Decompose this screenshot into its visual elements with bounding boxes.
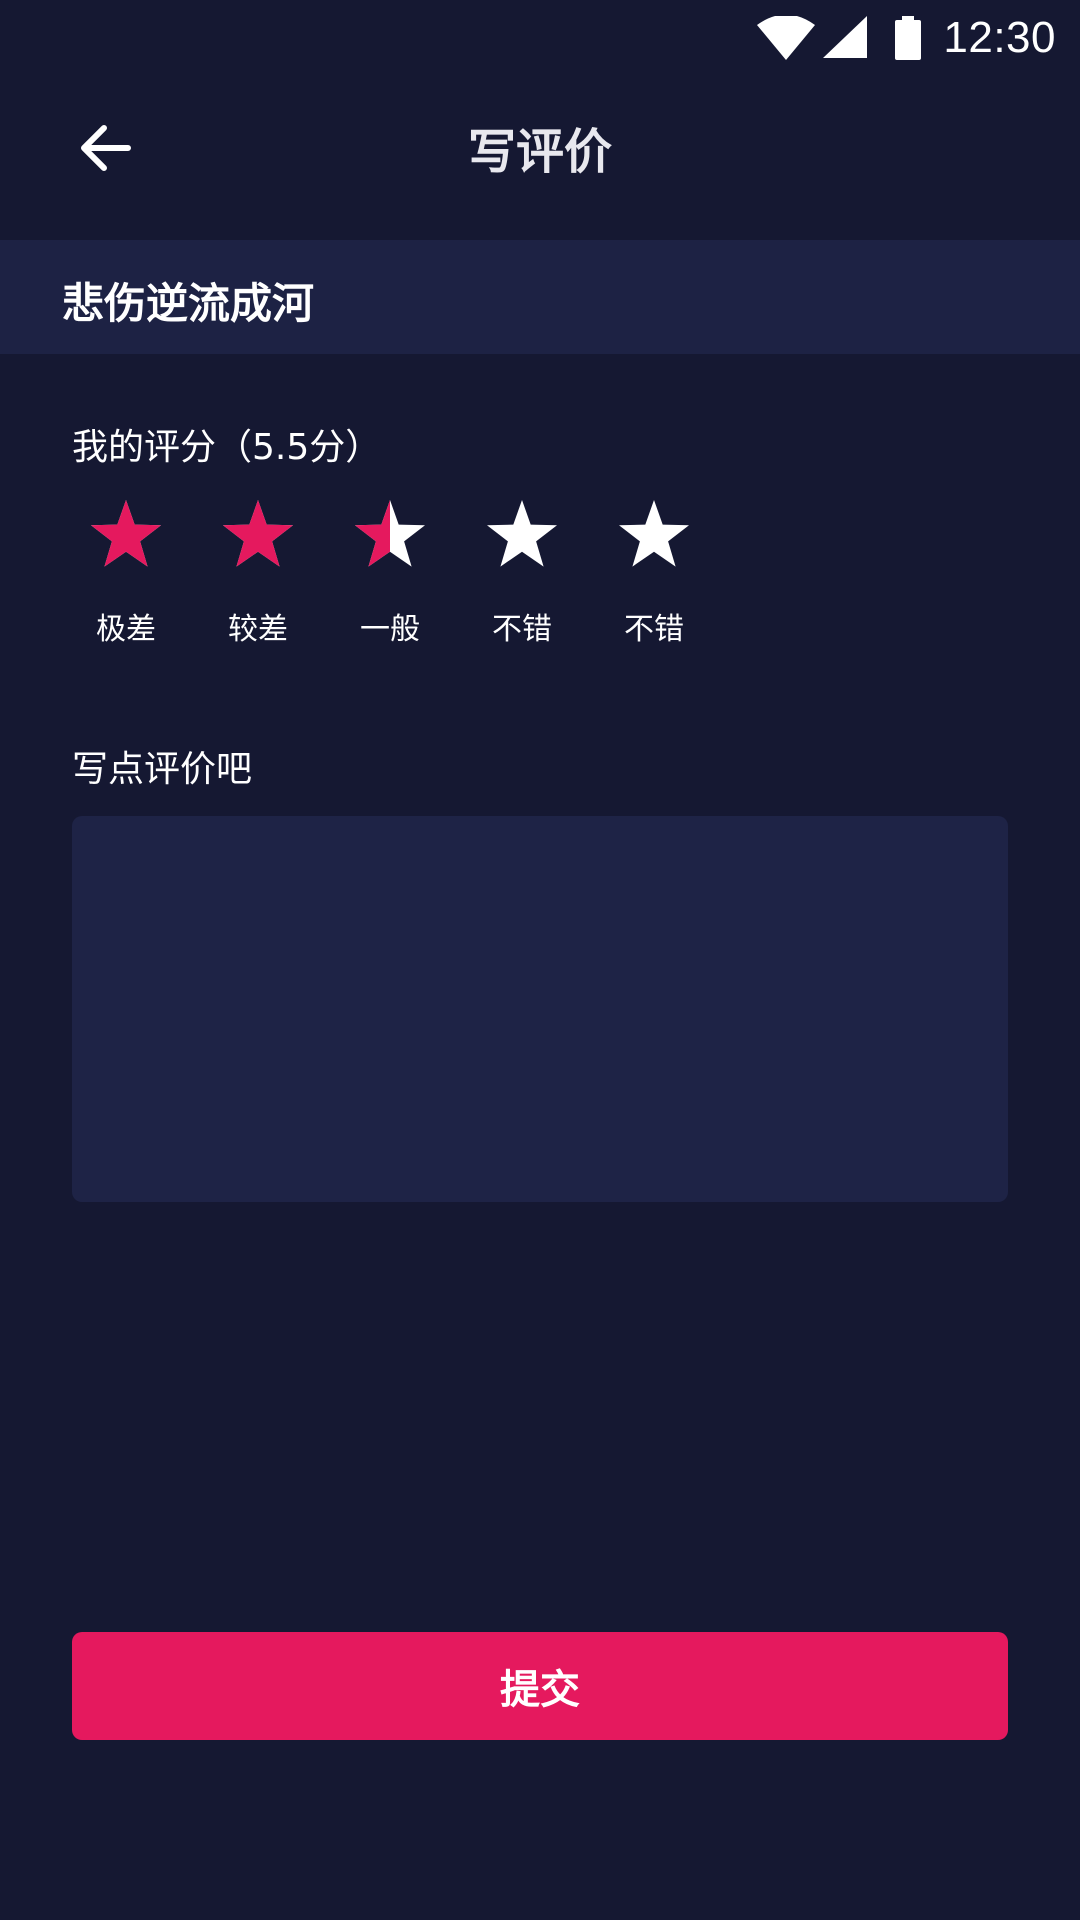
star-option[interactable]: 极差 <box>60 500 192 648</box>
page-title: 写评价 <box>467 124 612 180</box>
star-icon <box>223 500 293 567</box>
star-option[interactable]: 较差 <box>192 500 324 648</box>
movie-banner: 悲伤逆流成河 <box>0 240 1080 354</box>
star-icon <box>91 500 161 567</box>
wifi-icon <box>757 16 816 60</box>
app-bar: 写评价 <box>0 76 1080 212</box>
star-option[interactable]: 不错 <box>588 500 720 648</box>
comment-label: 写点评价吧 <box>72 749 253 790</box>
star-caption: 一般 <box>360 612 420 647</box>
status-bar: 12:30 <box>0 0 1080 76</box>
movie-title: 悲伤逆流成河 <box>62 279 315 328</box>
star-icon <box>487 500 557 567</box>
submit-button[interactable]: 提交 <box>72 1632 1008 1740</box>
cellular-signal-icon <box>823 16 868 58</box>
star-icon <box>355 500 425 567</box>
star-icon <box>619 500 689 567</box>
write-review-screen: 12:30 写评价 悲伤逆流成河 我的评分（5.5分） 极差 较差 一般 不错 不错 写… <box>0 0 1080 1920</box>
star-caption: 不错 <box>624 612 684 647</box>
star-rating: 极差 较差 一般 不错 不错 <box>60 500 720 648</box>
battery-icon <box>895 16 922 60</box>
status-icons: 12:30 <box>757 12 1056 64</box>
star-option[interactable]: 不错 <box>456 500 588 648</box>
star-option[interactable]: 一般 <box>324 500 456 648</box>
star-caption: 极差 <box>96 612 156 647</box>
star-caption: 不错 <box>492 612 552 647</box>
clock-time: 12:30 <box>943 13 1056 62</box>
rating-label: 我的评分（5.5分） <box>72 427 382 468</box>
star-caption: 较差 <box>228 612 288 647</box>
comment-input[interactable] <box>72 816 1008 1202</box>
